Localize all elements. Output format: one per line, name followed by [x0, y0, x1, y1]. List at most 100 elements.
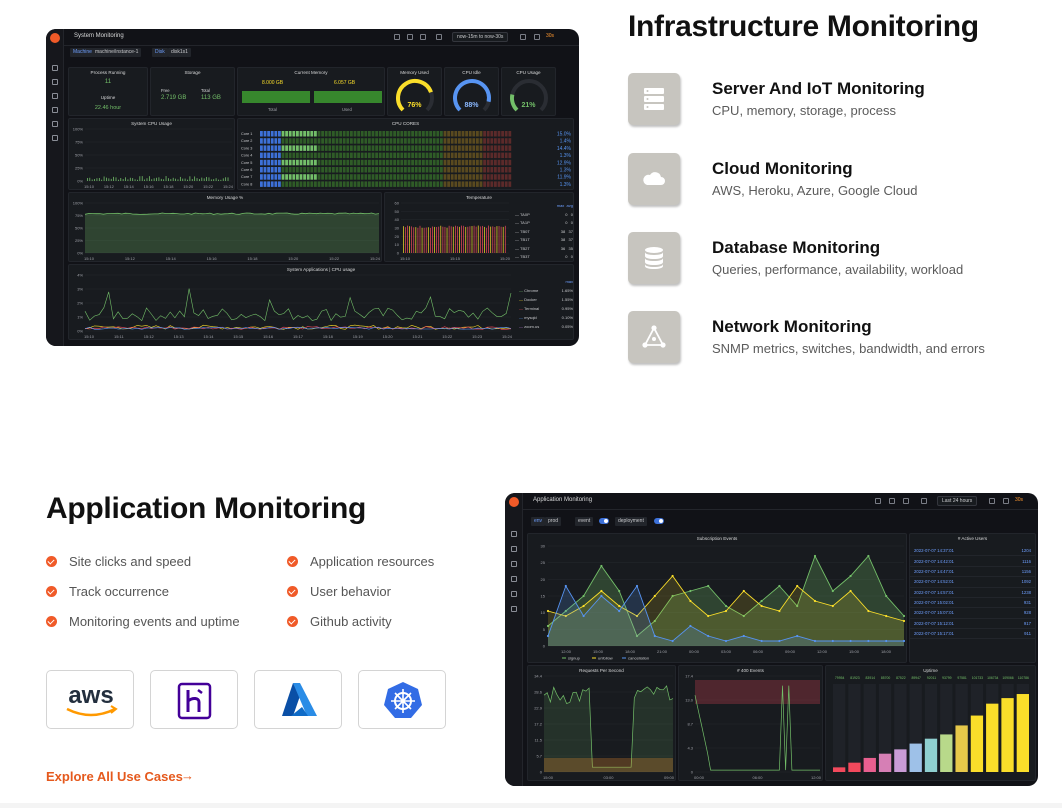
core-cell [324, 145, 328, 151]
core-cell [299, 167, 303, 173]
explore-all-use-cases-link[interactable]: Explore All Use Cases [46, 769, 183, 784]
legend-row: — TB2T 36 35 [515, 245, 573, 251]
core-cell [375, 181, 378, 187]
core-cell [281, 159, 285, 166]
legend-header: max avg [556, 203, 573, 208]
core-cell [371, 131, 375, 137]
core-cell [414, 174, 418, 180]
core-cell [321, 152, 324, 159]
core-cell [350, 138, 353, 144]
core-cell [274, 152, 278, 159]
core-cell [465, 181, 468, 187]
core-cell [404, 181, 407, 187]
cpu-bar [160, 178, 162, 181]
y-tick-label: 4% [77, 273, 83, 278]
core-cell [454, 159, 458, 166]
arrow-right-icon: → [181, 768, 194, 783]
cpu-bar [227, 177, 229, 181]
uptime-bar [955, 725, 968, 772]
dashboards-icon [511, 561, 517, 567]
cpu-bar [108, 178, 110, 181]
memory-total-bar [242, 91, 310, 103]
core-cell [299, 152, 303, 159]
core-cell [292, 181, 296, 187]
core-cell [501, 174, 504, 180]
core-cell [418, 167, 422, 173]
y-tick-label: 100% [73, 127, 84, 132]
core-cell [314, 145, 317, 151]
cpu-bar [179, 176, 181, 181]
core-cell [440, 138, 443, 144]
x-tick-label: 15:24 [502, 334, 513, 339]
refresh-icon [1003, 498, 1009, 504]
core-cell [350, 181, 353, 187]
x-tick-label: 15:12 [144, 334, 155, 339]
core-cell [360, 159, 364, 166]
core-cell [339, 159, 342, 166]
core-cell [382, 159, 386, 166]
core-cell [364, 138, 368, 144]
x-tick-label: 15:10 [400, 256, 411, 261]
core-cell [335, 131, 339, 137]
memory-used-gauge [396, 79, 434, 112]
core-cell [458, 145, 461, 151]
core-cell [400, 167, 404, 173]
explore-icon [52, 107, 58, 113]
core-cell [461, 181, 465, 187]
core-cell [436, 181, 440, 187]
core-cell [346, 174, 350, 180]
y-tick-label: 10 [395, 242, 400, 247]
core-cell [386, 174, 389, 180]
core-value: 15.0% [557, 132, 572, 138]
temperature-bar [444, 226, 446, 253]
core-cell [389, 174, 393, 180]
series-point [707, 584, 710, 588]
memory-total-label: Total [268, 107, 277, 112]
core-cell [472, 159, 476, 166]
cpu-cores-panel: CPU CORES Core 1 15.0% Core 2 1.4% Core 3 14.… [237, 118, 574, 190]
series-point [742, 589, 745, 593]
core-cell [400, 159, 404, 166]
core-cell [490, 138, 494, 144]
core-cell [440, 131, 443, 137]
core-cell [267, 152, 270, 159]
core-cell [378, 145, 382, 151]
check-icon [46, 616, 57, 627]
cpu-bar [187, 179, 188, 181]
x-tick-label: 15:17 [293, 334, 304, 339]
heroku-logo-card [150, 670, 238, 729]
core-cell [378, 159, 382, 166]
x-tick-label: 06:00 [753, 649, 764, 654]
core-cell [285, 181, 288, 187]
series-point [867, 554, 870, 558]
core-cell [332, 167, 335, 173]
core-cell [483, 152, 486, 159]
core-cell [486, 145, 490, 151]
core-cell [486, 131, 490, 137]
tv-icon [921, 498, 927, 504]
system-applications-chart: 4% 3% 2% 1% 0%15:10 15:11 15:12 15:13 15:14 15:15… [77, 273, 513, 340]
y-tick-label: 0 [540, 770, 543, 775]
core-cell [310, 152, 314, 159]
core-cell [389, 159, 393, 166]
core-cell [310, 174, 314, 180]
core-cell [278, 145, 281, 151]
core-cell [303, 152, 306, 159]
core-cell [422, 174, 425, 180]
core-cell [332, 131, 335, 137]
core-cell [454, 131, 458, 137]
core-cell [479, 181, 483, 187]
core-cell [432, 167, 436, 173]
cpu-usage-gauge [510, 79, 548, 112]
core-cell [303, 131, 306, 137]
core-cell [339, 174, 342, 180]
core-cell [490, 174, 494, 180]
cpu-bar [222, 178, 224, 181]
core-cell [270, 145, 274, 151]
core-cell [378, 152, 382, 159]
core-cell [497, 138, 501, 144]
core-cell [342, 159, 346, 166]
core-cell [324, 167, 328, 173]
series-point [724, 639, 728, 643]
core-cell [263, 174, 267, 180]
